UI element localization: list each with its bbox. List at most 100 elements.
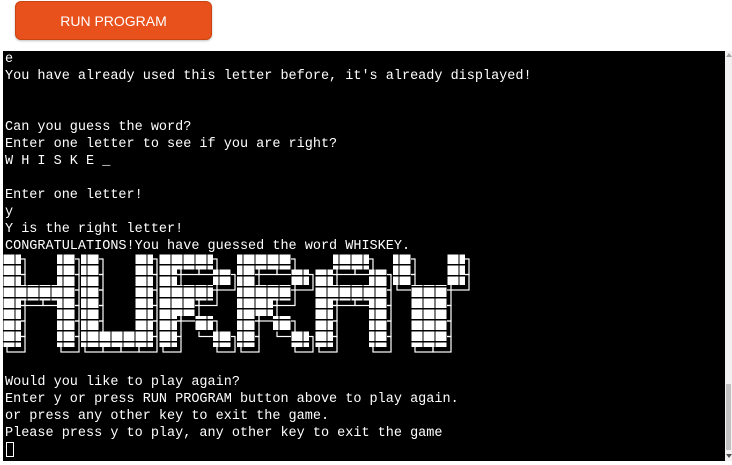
banner-block — [57, 300, 75, 316]
banner-block — [195, 316, 213, 332]
banner-block — [273, 254, 291, 270]
banner-block — [273, 316, 291, 332]
banner-block — [393, 269, 411, 285]
banner-block — [159, 285, 177, 301]
banner-block — [369, 331, 387, 347]
terminal-line: Y is the right letter! — [5, 222, 184, 237]
banner-block — [237, 316, 255, 332]
banner-block — [315, 316, 333, 332]
banner-block — [369, 269, 387, 285]
terminal-line: y — [5, 205, 14, 220]
banner-block — [135, 316, 153, 332]
banner-block — [369, 316, 387, 332]
banner-block — [3, 300, 21, 316]
terminal-line: Would you like to play again? — [5, 375, 240, 390]
banner-block — [159, 269, 177, 285]
banner-block — [3, 254, 21, 270]
terminal-line: Can you guess the word? — [5, 120, 192, 135]
banner-block — [237, 254, 255, 270]
banner-block — [57, 316, 75, 332]
banner-block — [99, 331, 117, 347]
banner-block — [135, 285, 153, 301]
banner-block — [57, 269, 75, 285]
banner-block — [21, 285, 39, 301]
banner-block — [429, 316, 447, 332]
banner-block — [315, 331, 333, 347]
banner-block — [315, 285, 333, 301]
banner-block — [177, 254, 195, 270]
terminal-output[interactable]: e You have already used this letter befo… — [3, 51, 725, 461]
banner-block — [159, 300, 177, 316]
app-page: RUN PROGRAM e You have already used this… — [0, 0, 732, 465]
run-program-button[interactable]: RUN PROGRAM — [15, 1, 212, 40]
terminal-line: Enter one letter! — [5, 188, 143, 203]
banner-block — [369, 285, 387, 301]
banner-block — [333, 254, 351, 270]
terminal-line: You have already used this letter before… — [5, 69, 532, 84]
banner-block — [273, 285, 291, 301]
banner-block — [159, 331, 177, 347]
banner-block — [135, 331, 153, 347]
banner-block — [411, 300, 429, 316]
banner-block — [195, 254, 213, 270]
banner-block — [39, 285, 57, 301]
banner-block — [411, 285, 429, 301]
banner-block — [351, 285, 369, 301]
scroll-up-arrow-icon[interactable] — [726, 53, 732, 57]
banner-block — [369, 300, 387, 316]
banner-block — [291, 331, 309, 347]
banner-block — [237, 331, 255, 347]
terminal-line: Please press y to play, any other key to… — [5, 426, 443, 441]
banner-block — [3, 331, 21, 347]
banner-block — [135, 254, 153, 270]
banner-block — [237, 285, 255, 301]
banner-block — [333, 285, 351, 301]
banner-block — [315, 269, 333, 285]
banner-block — [135, 300, 153, 316]
banner-block — [213, 269, 231, 285]
terminal-line: e — [5, 52, 14, 67]
banner-block — [3, 269, 21, 285]
banner-block — [177, 300, 195, 316]
banner-block — [237, 269, 255, 285]
banner-block — [3, 316, 21, 332]
banner-block — [177, 285, 195, 301]
text-cursor[interactable] — [6, 442, 14, 457]
banner-block — [237, 300, 255, 316]
banner-block — [57, 254, 75, 270]
banner-block — [117, 331, 135, 347]
banner-block — [411, 331, 429, 347]
banner-block — [447, 254, 465, 270]
congratulations-line: CONGRATULATIONS!You have guessed the wor… — [5, 239, 411, 254]
banner-block — [81, 254, 99, 270]
banner-block — [81, 331, 99, 347]
banner-block — [411, 316, 429, 332]
scroll-down-arrow-icon[interactable] — [726, 454, 732, 458]
terminal-line: or press any other key to exit the game. — [5, 409, 330, 424]
scrollbar-thumb[interactable] — [726, 384, 731, 450]
banner-block — [429, 285, 447, 301]
banner-block — [81, 285, 99, 301]
banner-block — [195, 285, 213, 301]
banner-block — [255, 285, 273, 301]
banner-block — [447, 269, 465, 285]
banner-block — [3, 285, 21, 301]
banner-block — [159, 254, 177, 270]
banner-block — [81, 316, 99, 332]
terminal-line: Enter one letter to see if you are right… — [5, 137, 338, 152]
banner-block — [57, 285, 75, 301]
banner-block — [291, 269, 309, 285]
banner-block — [429, 331, 447, 347]
banner-block — [81, 300, 99, 316]
banner-block — [255, 300, 273, 316]
banner-block — [351, 254, 369, 270]
banner-block — [135, 269, 153, 285]
terminal-line: Enter y or press RUN PROGRAM button abov… — [5, 392, 459, 407]
banner-block — [393, 254, 411, 270]
banner-block — [429, 300, 447, 316]
banner-block — [255, 254, 273, 270]
banner-letters — [3, 254, 465, 347]
hurray-ascii-banner — [3, 254, 470, 353]
banner-block — [57, 331, 75, 347]
banner-block — [315, 300, 333, 316]
